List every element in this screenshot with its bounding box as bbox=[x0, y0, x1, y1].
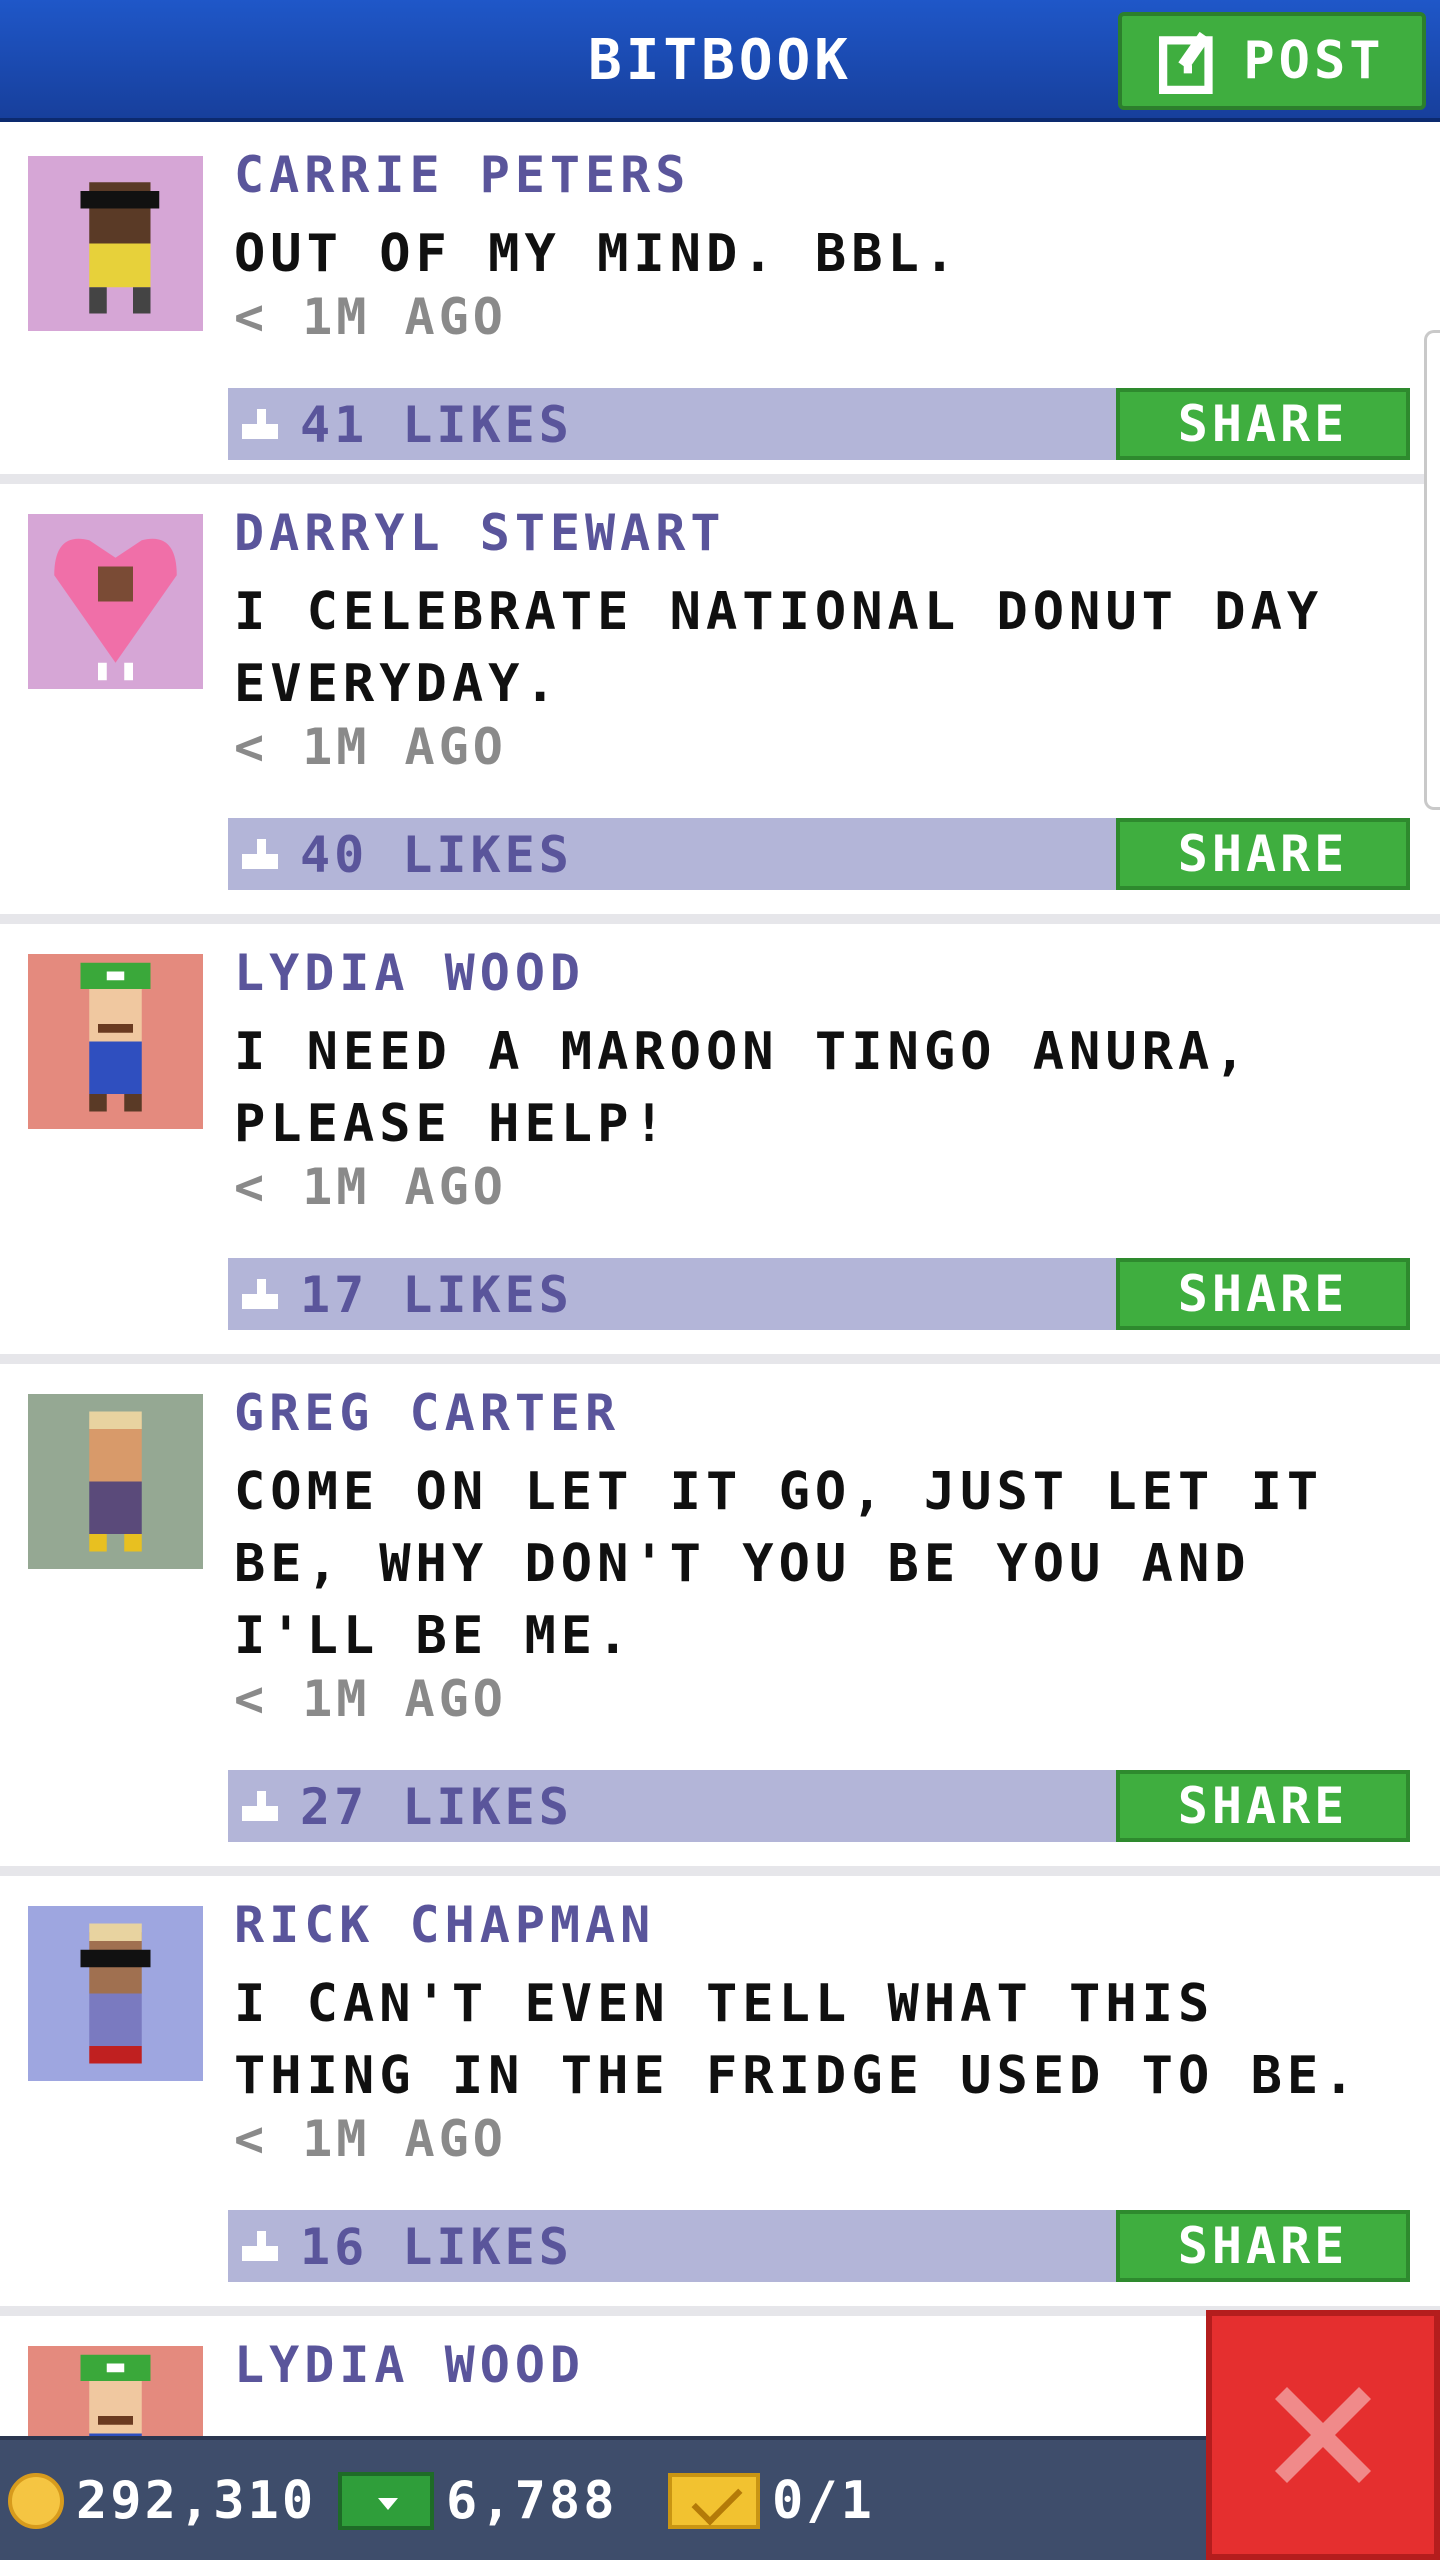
share-button[interactable]: SHARE bbox=[1116, 2210, 1410, 2282]
post-button-label: POST bbox=[1243, 31, 1385, 91]
feed-post: DARRYL STEWART I CELEBRATE NATIONAL DONU… bbox=[0, 484, 1440, 924]
avatar bbox=[28, 156, 203, 331]
avatar-image bbox=[28, 954, 203, 1129]
share-button[interactable]: SHARE bbox=[1116, 818, 1410, 890]
bux-stat: 6,788 bbox=[338, 2466, 618, 2536]
post-author[interactable]: DARRYL STEWART bbox=[234, 504, 725, 562]
edit-icon bbox=[1159, 31, 1213, 94]
post-author[interactable]: CARRIE PETERS bbox=[234, 146, 690, 204]
avatar bbox=[28, 514, 203, 689]
thumbs-up-icon bbox=[242, 2231, 278, 2261]
post-text: OUT OF MY MIND. BBL. bbox=[234, 224, 961, 284]
likes-bar: 41 LIKES SHARE bbox=[228, 388, 1410, 460]
post-time: < 1M AGO bbox=[234, 718, 507, 776]
avatar bbox=[28, 1906, 203, 2081]
share-button[interactable]: SHARE bbox=[1116, 1770, 1410, 1842]
coin-icon bbox=[8, 2473, 64, 2529]
likes-count[interactable]: 17 LIKES bbox=[300, 1266, 573, 1324]
thumbs-up-icon bbox=[242, 1279, 278, 1309]
coins-value: 292,310 bbox=[76, 2471, 317, 2531]
bux-value: 6,788 bbox=[446, 2471, 618, 2531]
share-button[interactable]: SHARE bbox=[1116, 1258, 1410, 1330]
avatar bbox=[28, 1394, 203, 1569]
feed-post: GREG CARTER COME ON LET IT GO, JUST LET … bbox=[0, 1364, 1440, 1876]
post-author[interactable]: RICK CHAPMAN bbox=[234, 1896, 655, 1954]
post-author[interactable]: LYDIA WOOD bbox=[234, 944, 585, 1002]
thumbs-up-icon bbox=[242, 409, 278, 439]
feed-post: LYDIA WOOD I NEED A MAROON TINGO ANURA, … bbox=[0, 924, 1440, 1364]
likes-count[interactable]: 41 LIKES bbox=[300, 396, 573, 454]
avatar-image bbox=[28, 1906, 203, 2081]
tickets-value: 0/1 bbox=[772, 2471, 875, 2531]
likes-bar: 17 LIKES SHARE bbox=[228, 1258, 1410, 1330]
feed-post: CARRIE PETERS OUT OF MY MIND. BBL. < 1M … bbox=[0, 126, 1440, 484]
avatar bbox=[28, 954, 203, 1129]
post-author[interactable]: GREG CARTER bbox=[234, 1384, 620, 1442]
likes-count[interactable]: 27 LIKES bbox=[300, 1778, 573, 1836]
thumbs-up-icon bbox=[242, 1791, 278, 1821]
likes-count[interactable]: 16 LIKES bbox=[300, 2218, 573, 2276]
likes-bar: 16 LIKES SHARE bbox=[228, 2210, 1410, 2282]
avatar-image bbox=[28, 156, 203, 331]
avatar-image bbox=[28, 1394, 203, 1569]
feed-post: RICK CHAPMAN I CAN'T EVEN TELL WHAT THIS… bbox=[0, 1876, 1440, 2316]
feed-list[interactable]: CARRIE PETERS OUT OF MY MIND. BBL. < 1M … bbox=[0, 126, 1440, 2560]
post-text: I CAN'T EVEN TELL WHAT THIS THING IN THE… bbox=[234, 1974, 1360, 2106]
bitbux-icon bbox=[338, 2472, 434, 2530]
post-time: < 1M AGO bbox=[234, 288, 507, 346]
close-icon bbox=[1275, 2387, 1371, 2483]
coins-stat: 292,310 bbox=[8, 2466, 316, 2536]
likes-bar: 40 LIKES SHARE bbox=[228, 818, 1410, 890]
tickets-stat: 0/1 bbox=[668, 2466, 875, 2536]
thumbs-up-icon bbox=[242, 839, 278, 869]
likes-count[interactable]: 40 LIKES bbox=[300, 826, 573, 884]
post-button[interactable]: POST bbox=[1118, 12, 1426, 110]
post-time: < 1M AGO bbox=[234, 2110, 507, 2168]
post-time: < 1M AGO bbox=[234, 1670, 507, 1728]
post-text: COME ON LET IT GO, JUST LET IT BE, WHY D… bbox=[234, 1462, 1324, 1666]
post-time: < 1M AGO bbox=[234, 1158, 507, 1216]
likes-bar: 27 LIKES SHARE bbox=[228, 1770, 1410, 1842]
post-text: I NEED A MAROON TINGO ANURA, PLEASE HELP… bbox=[234, 1022, 1251, 1154]
header-bar: BITBOOK POST bbox=[0, 0, 1440, 122]
post-text: I CELEBRATE NATIONAL DONUT DAY EVERYDAY. bbox=[234, 582, 1324, 714]
close-button[interactable] bbox=[1206, 2310, 1440, 2560]
avatar-image bbox=[28, 514, 203, 689]
share-button[interactable]: SHARE bbox=[1116, 388, 1410, 460]
post-author[interactable]: LYDIA WOOD bbox=[234, 2336, 585, 2394]
scroll-indicator[interactable] bbox=[1424, 330, 1440, 810]
ticket-icon bbox=[668, 2473, 760, 2529]
